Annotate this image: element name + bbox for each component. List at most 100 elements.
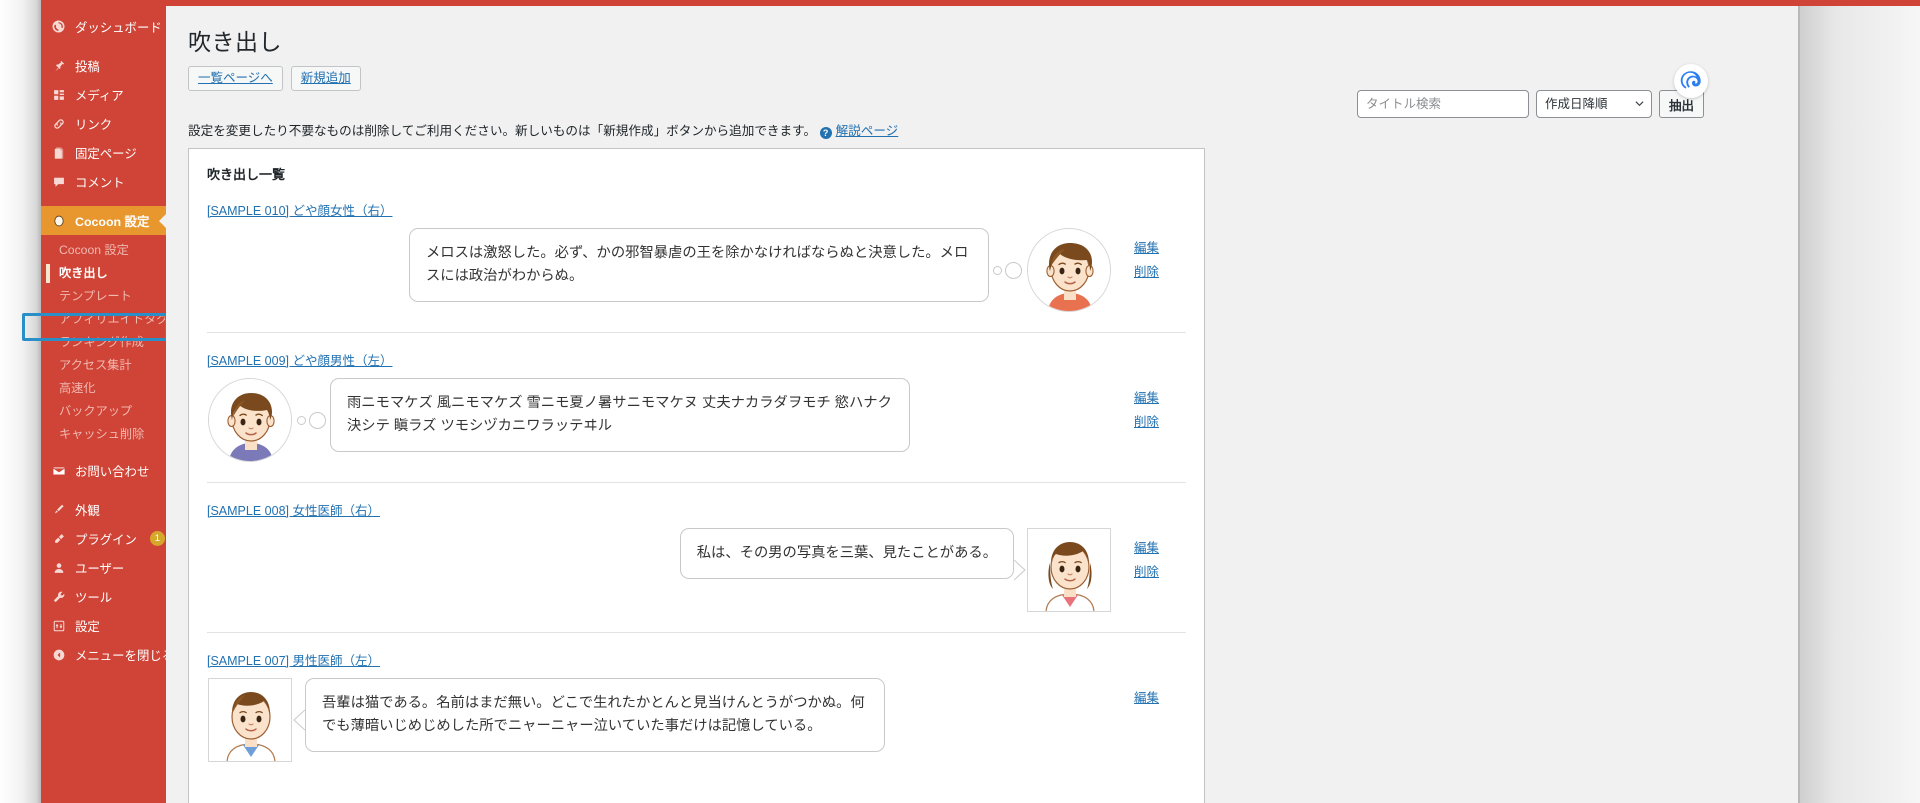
balloon-bubble: 私は、その男の写真を三葉、見たことがある。 bbox=[679, 528, 1014, 580]
sidebar-label: 外観 bbox=[75, 503, 100, 518]
sidebar-item-plugins[interactable]: プラグイン 1 bbox=[41, 524, 166, 553]
avatar-wrapper bbox=[207, 378, 293, 462]
balloon-preview-row: 雨ニモマケズ 風ニモマケズ 雪ニモ夏ノ暑サニモマケヌ 丈夫ナカラダヲモチ 慾ハナ… bbox=[207, 378, 1186, 482]
media-icon bbox=[50, 86, 67, 103]
balloon-name-link[interactable]: [SAMPLE 010] どや顔女性（右） bbox=[207, 200, 392, 219]
balloon-name-link[interactable]: [SAMPLE 009] どや顔男性（左） bbox=[207, 350, 392, 369]
delete-link[interactable]: 削除 bbox=[1134, 265, 1186, 279]
cocoon-icon bbox=[50, 212, 67, 229]
sidebar-submenu: Cocoon 設定 吹き出し テンプレート アフィリエイトタグ ランキング作成 … bbox=[41, 235, 166, 452]
balloon-bubble: 吾輩は猫である。名前はまだ無い。どこで生れたかとんと見当けんとうがつかぬ。何でも… bbox=[305, 678, 885, 753]
sidebar-subitem-access-stats[interactable]: アクセス集計 bbox=[41, 354, 166, 377]
avatar-wrapper bbox=[207, 678, 293, 762]
user-icon bbox=[50, 559, 67, 576]
balloon-body: 吾輩は猫である。名前はまだ無い。どこで生れたかとんと見当けんとうがつかぬ。何でも… bbox=[207, 678, 1112, 762]
panel-title: 吹き出し一覧 bbox=[207, 167, 286, 182]
edit-link[interactable]: 編集 bbox=[1134, 542, 1186, 555]
sidebar-label: 固定ページ bbox=[75, 146, 137, 161]
avatar bbox=[1027, 528, 1111, 612]
description-text: 設定を変更したり不要なものは削除してご利用ください。新しいものは「新規作成」ボタ… bbox=[188, 124, 817, 138]
bubble-tail-right bbox=[1014, 559, 1026, 581]
browser-outer-area bbox=[1800, 6, 1920, 803]
sidebar-label: メディア bbox=[75, 88, 124, 103]
edit-link[interactable]: 編集 bbox=[1134, 692, 1186, 705]
balloon-name-link[interactable]: [SAMPLE 007] 男性医師（左） bbox=[207, 650, 380, 669]
list-item: [SAMPLE 008] 女性医師（右） 私は、その男の写真を三葉、見たことがあ… bbox=[207, 483, 1186, 633]
tools-icon bbox=[50, 588, 67, 605]
order-select[interactable]: 作成日降順 bbox=[1535, 90, 1652, 118]
woman-doctor-avatar-icon bbox=[1028, 529, 1110, 611]
add-new-button[interactable]: 新規追加 bbox=[290, 66, 361, 91]
sidebar-item-users[interactable]: ユーザー bbox=[41, 553, 166, 582]
balloon-list-panel: 吹き出し一覧 [SAMPLE 010] どや顔女性（右） メロスは激怒した。必ず… bbox=[188, 148, 1205, 803]
balloon-body: メロスは激怒した。必ず、かの邪智暴虐の王を除かなければならぬと決意した。メロスに… bbox=[207, 228, 1112, 312]
page-title: 吹き出し bbox=[188, 29, 282, 55]
sidebar-label: 投稿 bbox=[75, 59, 100, 74]
sidebar-item-dashboard[interactable]: ダッシュボード bbox=[41, 12, 166, 41]
search-toolbar: 作成日降順 抽出 bbox=[1356, 90, 1704, 118]
sidebar-item-appearance[interactable]: 外観 bbox=[41, 495, 166, 524]
think-dot-big bbox=[309, 411, 326, 429]
think-dots bbox=[989, 261, 1026, 279]
sidebar-label: ツール bbox=[75, 590, 113, 605]
avatar bbox=[208, 678, 292, 762]
pin-icon bbox=[50, 57, 67, 74]
search-input[interactable] bbox=[1356, 90, 1529, 118]
woman-casual-avatar-icon bbox=[1028, 229, 1110, 311]
balloon-bubble: メロスは激怒した。必ず、かの邪智暴虐の王を除かなければならぬと決意した。メロスに… bbox=[409, 228, 989, 303]
think-dot-big bbox=[1005, 261, 1022, 279]
avatar bbox=[208, 378, 292, 462]
sidebar-label: Cocoon 設定 bbox=[75, 214, 150, 229]
item-actions: 編集 削除 bbox=[1112, 228, 1186, 278]
sidebar-subitem-speedup[interactable]: 高速化 bbox=[41, 377, 166, 400]
balloon-body: 私は、その男の写真を三葉、見たことがある。 bbox=[207, 528, 1112, 612]
sidebar-subitem-backup[interactable]: バックアップ bbox=[41, 400, 166, 423]
think-dot-small bbox=[993, 265, 1002, 275]
edit-link[interactable]: 編集 bbox=[1134, 242, 1186, 255]
sidebar-label: お問い合わせ bbox=[75, 464, 150, 479]
sidebar-subitem-cache-delete[interactable]: キャッシュ削除 bbox=[41, 423, 166, 446]
appearance-icon bbox=[50, 501, 67, 518]
sidebar-subitem-affiliate-tag[interactable]: アフィリエイトタグ bbox=[41, 308, 166, 331]
sidebar-item-collapse-menu[interactable]: メニューを閉じる bbox=[41, 640, 166, 669]
sidebar-item-links[interactable]: リンク bbox=[41, 109, 166, 138]
screen: ダッシュボード 投稿 メディア リンク 固定ページ コメント Cocoon 設定… bbox=[0, 0, 1920, 803]
mail-icon bbox=[50, 462, 67, 479]
sidebar-label: プラグイン bbox=[75, 532, 137, 547]
edit-link[interactable]: 編集 bbox=[1134, 392, 1186, 405]
sidebar-subitem-ranking[interactable]: ランキング作成 bbox=[41, 331, 166, 354]
man-doctor-avatar-icon bbox=[209, 679, 291, 761]
list-item: [SAMPLE 010] どや顔女性（右） メロスは激怒した。必ず、かの邪智暴虐… bbox=[207, 183, 1186, 333]
main-content: 吹き出し 一覧ページへ 新規追加 作成日降順 抽出 bbox=[166, 6, 1800, 803]
delete-link[interactable]: 削除 bbox=[1134, 415, 1186, 429]
item-actions: 編集 削除 bbox=[1112, 528, 1186, 578]
avatar-wrapper bbox=[1026, 228, 1112, 312]
balloon-name-link[interactable]: [SAMPLE 008] 女性医師（右） bbox=[207, 500, 380, 519]
delete-link[interactable]: 削除 bbox=[1134, 565, 1186, 579]
page-description: 設定を変更したり不要なものは削除してご利用ください。新しいものは「新規作成」ボタ… bbox=[188, 120, 898, 139]
sidebar-item-pages[interactable]: 固定ページ bbox=[41, 138, 166, 167]
spiral-icon bbox=[1680, 71, 1701, 89]
think-dot-small bbox=[297, 415, 306, 425]
admin-sidebar: ダッシュボード 投稿 メディア リンク 固定ページ コメント Cocoon 設定… bbox=[41, 6, 166, 803]
sidebar-item-comments[interactable]: コメント bbox=[41, 167, 166, 196]
sidebar-item-tools[interactable]: ツール bbox=[41, 582, 166, 611]
sidebar-subitem-template[interactable]: テンプレート bbox=[41, 285, 166, 308]
list-item: [SAMPLE 007] 男性医師（左） 吾輩は猫である。名前はまだ無い。どこで… bbox=[207, 633, 1186, 782]
balloon-bubble: 雨ニモマケズ 風ニモマケズ 雪ニモ夏ノ暑サニモマケヌ 丈夫ナカラダヲモチ 慾ハナ… bbox=[330, 378, 910, 453]
sidebar-item-cocoon-settings[interactable]: Cocoon 設定 bbox=[41, 206, 166, 235]
help-link[interactable]: 解説ページ bbox=[836, 124, 899, 138]
sidebar-item-posts[interactable]: 投稿 bbox=[41, 51, 166, 80]
man-casual-avatar-icon bbox=[209, 379, 291, 461]
balloon-body: 雨ニモマケズ 風ニモマケズ 雪ニモ夏ノ暑サニモマケヌ 丈夫ナカラダヲモチ 慾ハナ… bbox=[207, 378, 1112, 462]
sidebar-item-media[interactable]: メディア bbox=[41, 80, 166, 109]
think-dots bbox=[293, 411, 330, 429]
sidebar-item-settings[interactable]: 設定 bbox=[41, 611, 166, 640]
balloon-list: [SAMPLE 010] どや顔女性（右） メロスは激怒した。必ず、かの邪智暴虐… bbox=[189, 183, 1204, 782]
sidebar-label: ユーザー bbox=[75, 561, 125, 576]
header-button-row: 一覧ページへ 新規追加 bbox=[188, 66, 361, 91]
sidebar-item-contact[interactable]: お問い合わせ bbox=[41, 456, 166, 485]
sidebar-subitem-balloon[interactable]: 吹き出し bbox=[41, 262, 166, 285]
goto-list-page-button[interactable]: 一覧ページへ bbox=[188, 66, 283, 91]
sidebar-subitem-cocoon-settings[interactable]: Cocoon 設定 bbox=[41, 239, 166, 262]
